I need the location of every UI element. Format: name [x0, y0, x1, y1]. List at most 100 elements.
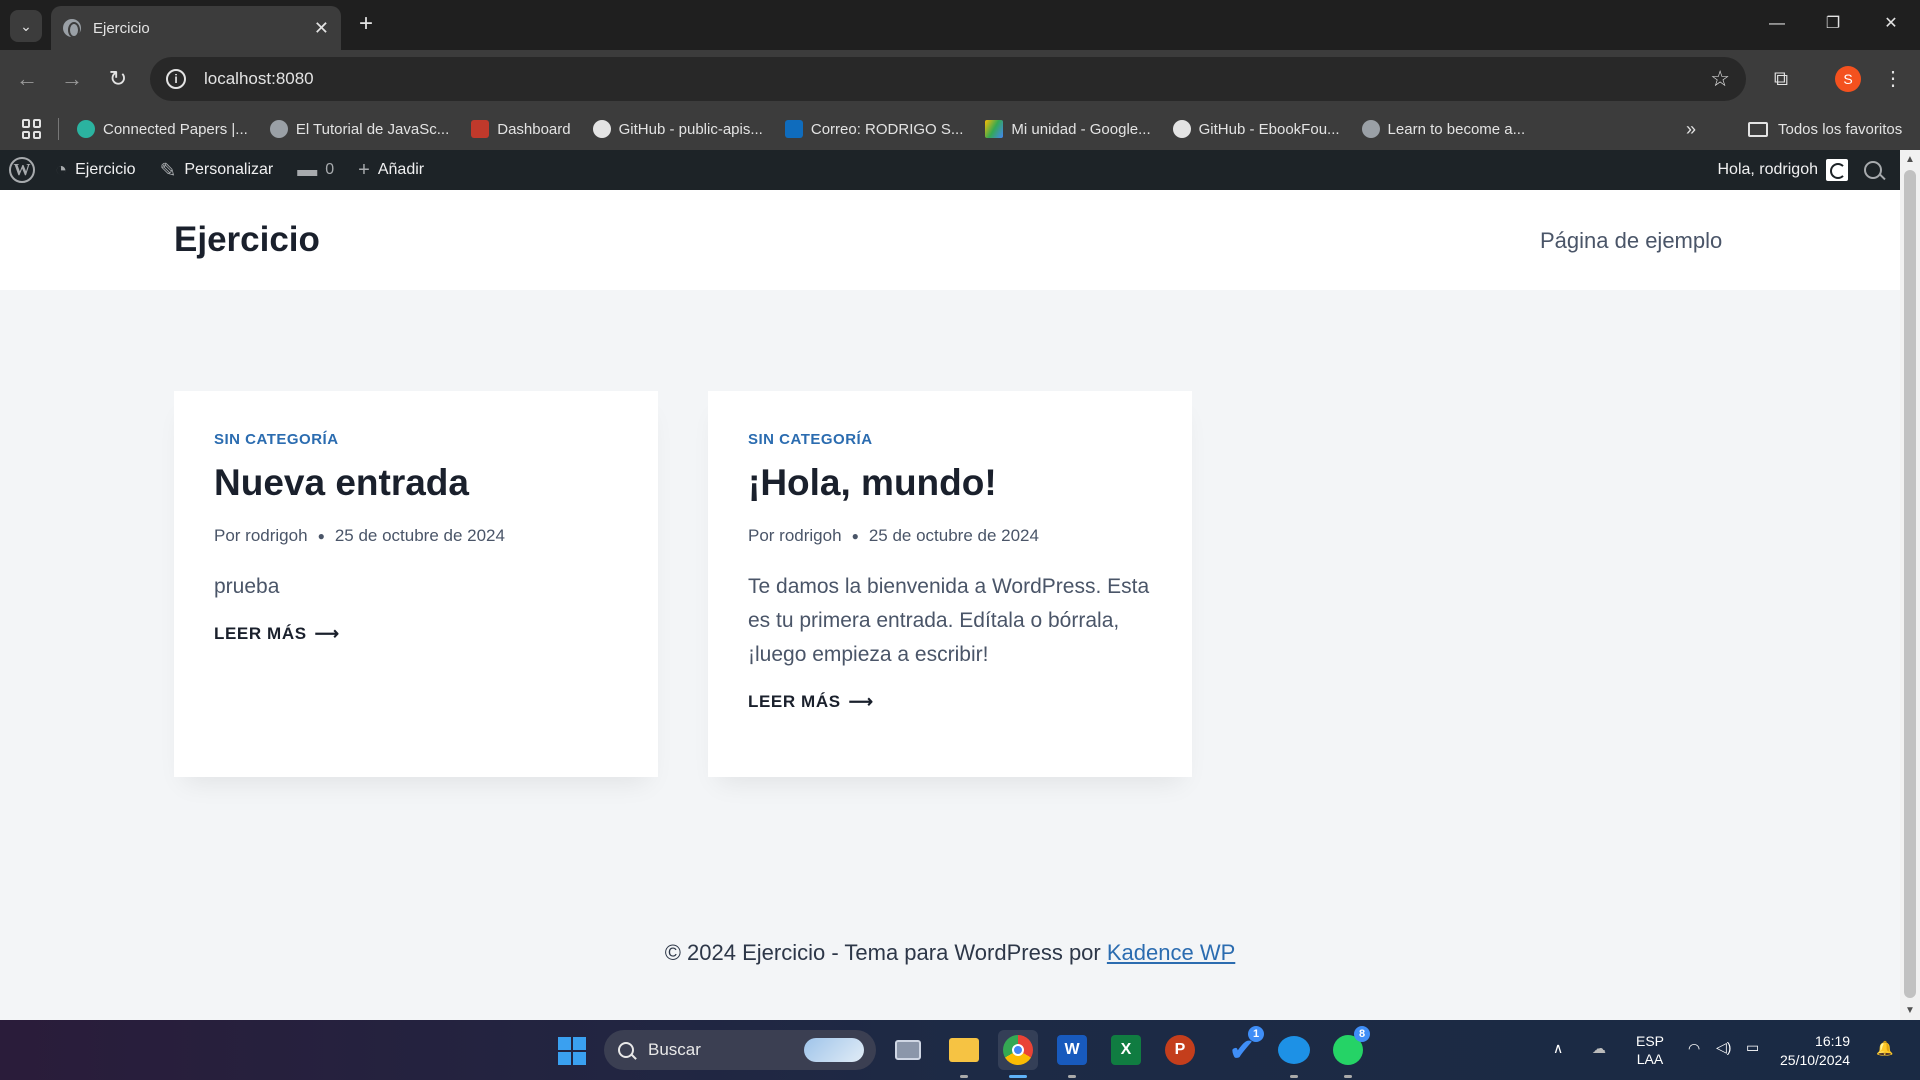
post-author[interactable]: Por rodrigoh — [748, 526, 842, 546]
footer-theme-link[interactable]: Kadence WP — [1107, 940, 1235, 965]
word-icon[interactable]: W — [1052, 1030, 1092, 1078]
bookmark-star-icon[interactable]: ☆ — [1710, 66, 1730, 92]
post-date: 25 de octubre de 2024 — [334, 526, 505, 545]
bookmarks-bar: Connected Papers |... El Tutorial de Jav… — [0, 108, 1920, 150]
apps-grid-icon[interactable] — [22, 119, 42, 139]
read-more-link[interactable]: LEER MÁS ⟶ — [748, 692, 1152, 712]
bookmark-item[interactable]: Dashboard — [471, 120, 571, 138]
page-scrollbar[interactable]: ▲ ▼ — [1900, 150, 1920, 1020]
taskbar-clock[interactable]: 16:19 25/10/2024 — [1780, 1032, 1850, 1070]
todo-icon[interactable]: ✔ 1 — [1222, 1026, 1264, 1070]
nav-link-sample-page[interactable]: Página de ejemplo — [1540, 228, 1722, 254]
profile-avatar[interactable]: S — [1835, 66, 1861, 92]
excel-icon[interactable]: X — [1106, 1030, 1146, 1070]
bookmark-favicon-icon — [77, 120, 95, 138]
post-author[interactable]: Por rodrigoh — [214, 526, 308, 546]
browser-tabstrip: ⌄ Ejercicio ✕ + — ❐ ✕ — [0, 0, 1920, 50]
post-category[interactable]: SIN CATEGORÍA — [214, 431, 618, 448]
site-header: Ejercicio Página de ejemplo — [0, 190, 1900, 290]
post-date: 25 de octubre de 2024 — [868, 526, 1039, 545]
volume-icon[interactable]: ◁) — [1716, 1039, 1731, 1056]
folder-icon — [1748, 121, 1768, 137]
reload-button[interactable]: ↻ — [103, 64, 133, 94]
bookmark-item[interactable]: GitHub - public-apis... — [592, 120, 763, 138]
site-footer: © 2024 Ejercicio - Tema para WordPress p… — [0, 940, 1900, 966]
windows-start-icon[interactable] — [558, 1037, 586, 1065]
wp-admin-bar: W ◔ Ejercicio ✎ Personalizar ▬ 0 + Añadir Ho… — [0, 150, 1900, 190]
extensions-icon[interactable]: ⧉ — [1766, 64, 1796, 94]
site-title[interactable]: Ejercicio — [174, 220, 320, 260]
dashboard-icon: ◔ — [55, 158, 68, 181]
search-icon[interactable] — [1864, 161, 1882, 179]
url-text[interactable]: localhost:8080 — [204, 69, 1710, 89]
site-info-icon[interactable]: i — [166, 69, 186, 89]
admin-greeting[interactable]: Hola, rodrigoh — [1718, 161, 1819, 179]
powerpoint-icon[interactable]: P — [1160, 1030, 1200, 1070]
docker-icon[interactable] — [1274, 1030, 1314, 1078]
menu-kebab-icon[interactable]: ⋮ — [1878, 64, 1908, 94]
post-meta: Por rodrigoh ● 25 de octubre de 2024 — [214, 526, 618, 546]
footer-text: © 2024 Ejercicio - Tema para WordPress p… — [664, 940, 1101, 965]
address-bar[interactable]: i localhost:8080 ☆ — [150, 57, 1746, 101]
admin-add-new-link[interactable]: + Añadir — [358, 159, 424, 182]
post-title[interactable]: ¡Hola, mundo! — [748, 462, 1152, 504]
bookmark-item[interactable]: Mi unidad - Google... — [985, 120, 1151, 138]
forward-button[interactable]: → — [57, 64, 87, 94]
post-excerpt: prueba — [214, 575, 280, 598]
notification-bell-icon[interactable]: 🔔 — [1876, 1040, 1893, 1057]
minimize-button[interactable]: — — [1754, 10, 1800, 38]
whatsapp-badge: 8 — [1354, 1026, 1370, 1042]
user-avatar[interactable] — [1826, 159, 1848, 181]
meta-separator: ● — [317, 529, 325, 543]
taskbar-search[interactable]: Buscar — [604, 1030, 876, 1070]
arrow-right-icon: ⟶ — [848, 692, 874, 711]
admin-customize-link[interactable]: ✎ Personalizar — [160, 158, 274, 183]
post-meta: Por rodrigoh ● 25 de octubre de 2024 — [748, 526, 1152, 546]
bookmark-item[interactable]: El Tutorial de JavaSc... — [269, 120, 449, 138]
admin-site-link[interactable]: ◔ Ejercicio — [55, 159, 136, 182]
plus-icon: + — [358, 158, 370, 181]
bookmark-item[interactable]: GitHub - EbookFou... — [1172, 120, 1340, 138]
back-button[interactable]: ← — [12, 64, 42, 94]
scrollbar-thumb[interactable] — [1904, 170, 1916, 998]
browser-tab[interactable]: Ejercicio ✕ — [51, 6, 341, 50]
more-bookmarks-icon[interactable]: » — [1686, 108, 1696, 150]
brush-icon: ✎ — [159, 159, 177, 182]
file-explorer-icon[interactable] — [944, 1030, 984, 1078]
bookmark-item[interactable]: Learn to become a... — [1361, 120, 1525, 138]
new-tab-button[interactable]: + — [352, 10, 380, 38]
post-category[interactable]: SIN CATEGORÍA — [748, 431, 1152, 448]
github-icon — [1172, 120, 1191, 138]
onedrive-icon[interactable]: ☁ — [1592, 1040, 1606, 1057]
battery-icon[interactable]: ▭ — [1746, 1039, 1759, 1056]
post-title[interactable]: Nueva entrada — [214, 462, 618, 504]
scroll-up-icon[interactable]: ▲ — [1905, 154, 1915, 165]
task-view-icon[interactable] — [888, 1030, 928, 1070]
google-drive-icon — [985, 120, 1004, 138]
post-card: SIN CATEGORÍA Nueva entrada Por rodrigoh… — [174, 391, 658, 777]
input-language[interactable]: ESP LAA — [1636, 1032, 1664, 1068]
tab-search-button[interactable]: ⌄ — [10, 10, 42, 42]
wifi-icon[interactable]: ◠ — [1688, 1040, 1700, 1057]
show-hidden-icons[interactable]: ∧ — [1553, 1040, 1563, 1057]
close-window-button[interactable]: ✕ — [1868, 10, 1914, 38]
whatsapp-icon[interactable]: 8 — [1328, 1026, 1370, 1078]
bookmark-favicon-icon — [471, 120, 490, 138]
meta-separator: ● — [851, 529, 859, 543]
windows-taskbar: Buscar W X P ✔ 1 8 ∧ ☁ ESP LAA ◠ ◁) ▭ 16:… — [0, 1020, 1920, 1080]
chrome-icon[interactable] — [998, 1030, 1038, 1078]
post-excerpt: Te damos la bienvenida a WordPress. Esta… — [748, 575, 1150, 666]
browser-toolbar: ← → ↻ i localhost:8080 ☆ ⧉ S ⋮ — [0, 50, 1920, 108]
close-tab-icon[interactable]: ✕ — [314, 18, 329, 39]
all-bookmarks-folder[interactable]: Todos los favoritos — [1748, 108, 1902, 150]
scroll-down-icon[interactable]: ▼ — [1905, 1005, 1915, 1016]
wordpress-logo-icon[interactable]: W — [9, 157, 35, 183]
todo-badge: 1 — [1248, 1026, 1264, 1042]
comment-icon: ▬ — [297, 158, 318, 181]
bookmark-item[interactable]: Correo: RODRIGO S... — [784, 120, 963, 138]
restore-button[interactable]: ❐ — [1810, 10, 1856, 38]
bookmark-item[interactable]: Connected Papers |... — [77, 120, 248, 138]
admin-comments-link[interactable]: ▬ 0 — [297, 159, 334, 182]
bookmark-favicon-icon — [269, 120, 288, 138]
read-more-link[interactable]: LEER MÁS ⟶ — [214, 624, 618, 644]
